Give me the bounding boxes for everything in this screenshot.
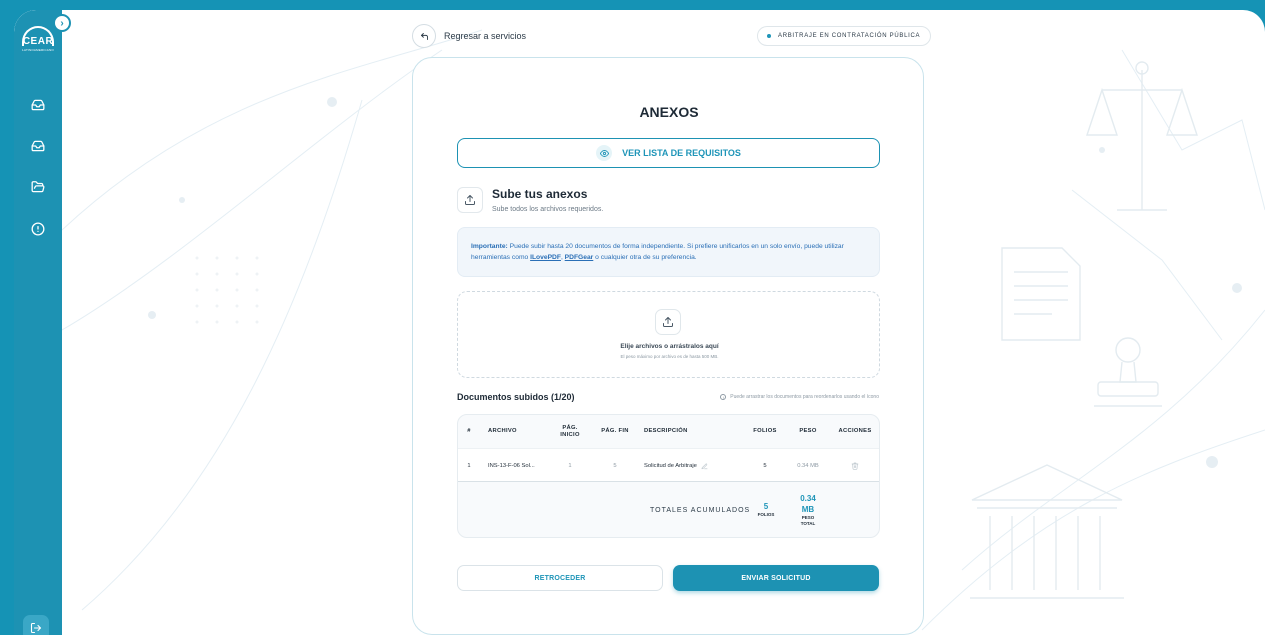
file-dropzone[interactable]: Elije archivos o arrástralos aquí El pes…	[457, 291, 880, 378]
col-descripcion: DESCRIPCIÓN	[644, 428, 688, 434]
info-icon: i	[720, 394, 727, 400]
annex-card: ANEXOS VER LISTA DE REQUISITOS Sube tus …	[412, 57, 924, 635]
tag-label: ARBITRAJE EN CONTRATACIÓN PÚBLICA	[778, 33, 921, 39]
row-descripcion-cell: Solicitud de Arbitraje	[644, 449, 734, 483]
sidebar-item-alerts[interactable]	[27, 218, 49, 240]
row-pag-fin: 5	[613, 463, 617, 469]
view-requirements-button[interactable]: VER LISTA DE REQUISITOS	[457, 138, 880, 168]
row-descripcion: Solicitud de Arbitraje	[644, 463, 697, 469]
pdfgear-link[interactable]: PDFGear	[565, 254, 594, 261]
upload-subtitle: Sube todos los archivos requeridos.	[492, 206, 604, 213]
reorder-hint: i Puede arrastrar los documentos para re…	[720, 394, 879, 400]
upload-header: Sube tus anexos Sube todos los archivos …	[457, 187, 603, 213]
sidebar-item-folder[interactable]	[27, 176, 49, 198]
sidebar-item-inbox-2[interactable]	[27, 135, 49, 157]
back-button[interactable]: RETROCEDER	[457, 565, 663, 591]
row-num: 1	[467, 463, 471, 469]
view-requirements-label: VER LISTA DE REQUISITOS	[622, 148, 741, 158]
chevron-right-icon: ›	[60, 17, 64, 29]
sidebar-collapse-button[interactable]: ›	[53, 14, 71, 32]
folder-open-icon	[31, 181, 45, 193]
notice-text-2: o cualquier otra de su preferencia.	[593, 254, 697, 261]
service-tag: ARBITRAJE EN CONTRATACIÓN PÚBLICA	[757, 26, 932, 46]
col-archivo: ARCHIVO	[488, 428, 517, 434]
uploaded-documents-title: Documentos subidos (1/20)	[457, 392, 575, 402]
logout-button[interactable]	[23, 615, 49, 635]
sidebar: CEAR LATINOAMERICANO	[14, 10, 62, 635]
app-frame: CEAR LATINOAMERICANO › Regresar a servic…	[14, 10, 1265, 635]
edit-pencil-icon[interactable]	[701, 463, 708, 470]
back-arrow-icon	[412, 24, 436, 48]
totals-peso-unit-mb: MB	[801, 505, 815, 514]
important-notice: Importante: Puede subir hasta 20 documen…	[457, 227, 880, 277]
logo-subtext: LATINOAMERICANO	[22, 48, 54, 52]
page-title: ANEXOS	[639, 104, 699, 120]
notice-bold: Importante:	[471, 243, 508, 250]
col-acciones: ACCIONES	[838, 428, 872, 434]
trash-icon	[851, 462, 859, 470]
eye-icon	[596, 145, 613, 161]
row-pag-inicio: 1	[568, 463, 572, 469]
col-pag-fin: PÁG. FIN	[601, 428, 629, 434]
table-row[interactable]: 1 INS-13-F-06 Sol... 1 5 Solicitud de Ar…	[458, 448, 879, 483]
totals-folios-unit: FOLIOS	[757, 512, 775, 517]
tag-dot	[767, 34, 771, 38]
row-archivo: INS-13-F-06 Sol...	[488, 463, 535, 469]
alert-circle-icon	[31, 222, 45, 236]
submit-request-button[interactable]: ENVIAR SOLICITUD	[673, 565, 879, 591]
totals-label: TOTALES ACUMULADOS	[650, 507, 751, 514]
back-to-services-link[interactable]: Regresar a servicios	[412, 24, 526, 48]
logo-text: CEAR	[22, 36, 54, 47]
dropzone-instruction: Elije archivos o arrástralos aquí	[620, 343, 719, 350]
totals-peso-label-2: TOTAL	[800, 521, 816, 526]
upload-icon	[457, 187, 483, 213]
brand-logo: CEAR LATINOAMERICANO	[18, 24, 58, 58]
ilovepdf-link[interactable]: ILovePDF	[530, 254, 561, 261]
row-folios: 5	[763, 463, 767, 469]
documents-table: # ARCHIVO PÁG. INICIO PÁG. FIN DESCRIPCI…	[457, 414, 880, 538]
col-num: #	[467, 428, 471, 434]
col-folios: FOLIOS	[753, 428, 777, 434]
logout-icon	[30, 622, 42, 634]
reorder-hint-text: Puede arrastrar los documentos para reor…	[730, 394, 879, 400]
inbox-icon	[31, 99, 45, 111]
dropzone-size-limit: El peso máximo por archivo es de hasta 5…	[620, 354, 719, 359]
back-label: Regresar a servicios	[444, 31, 527, 41]
upload-icon	[655, 309, 681, 335]
totals-peso-value: 0.34	[800, 494, 816, 503]
totals-folios: 5 FOLIOS	[754, 502, 778, 517]
delete-row-button[interactable]	[832, 449, 878, 483]
col-pag-inicio: PÁG. INICIO	[560, 424, 580, 438]
row-peso: 0.34 MB	[797, 463, 819, 469]
totals-peso: 0.34 MB PESO TOTAL	[792, 493, 824, 527]
inbox-icon	[31, 140, 45, 152]
upload-title: Sube tus anexos	[492, 187, 588, 201]
sidebar-item-inbox[interactable]	[27, 94, 49, 116]
totals-folios-value: 5	[763, 502, 769, 511]
col-peso: PESO	[799, 428, 817, 434]
